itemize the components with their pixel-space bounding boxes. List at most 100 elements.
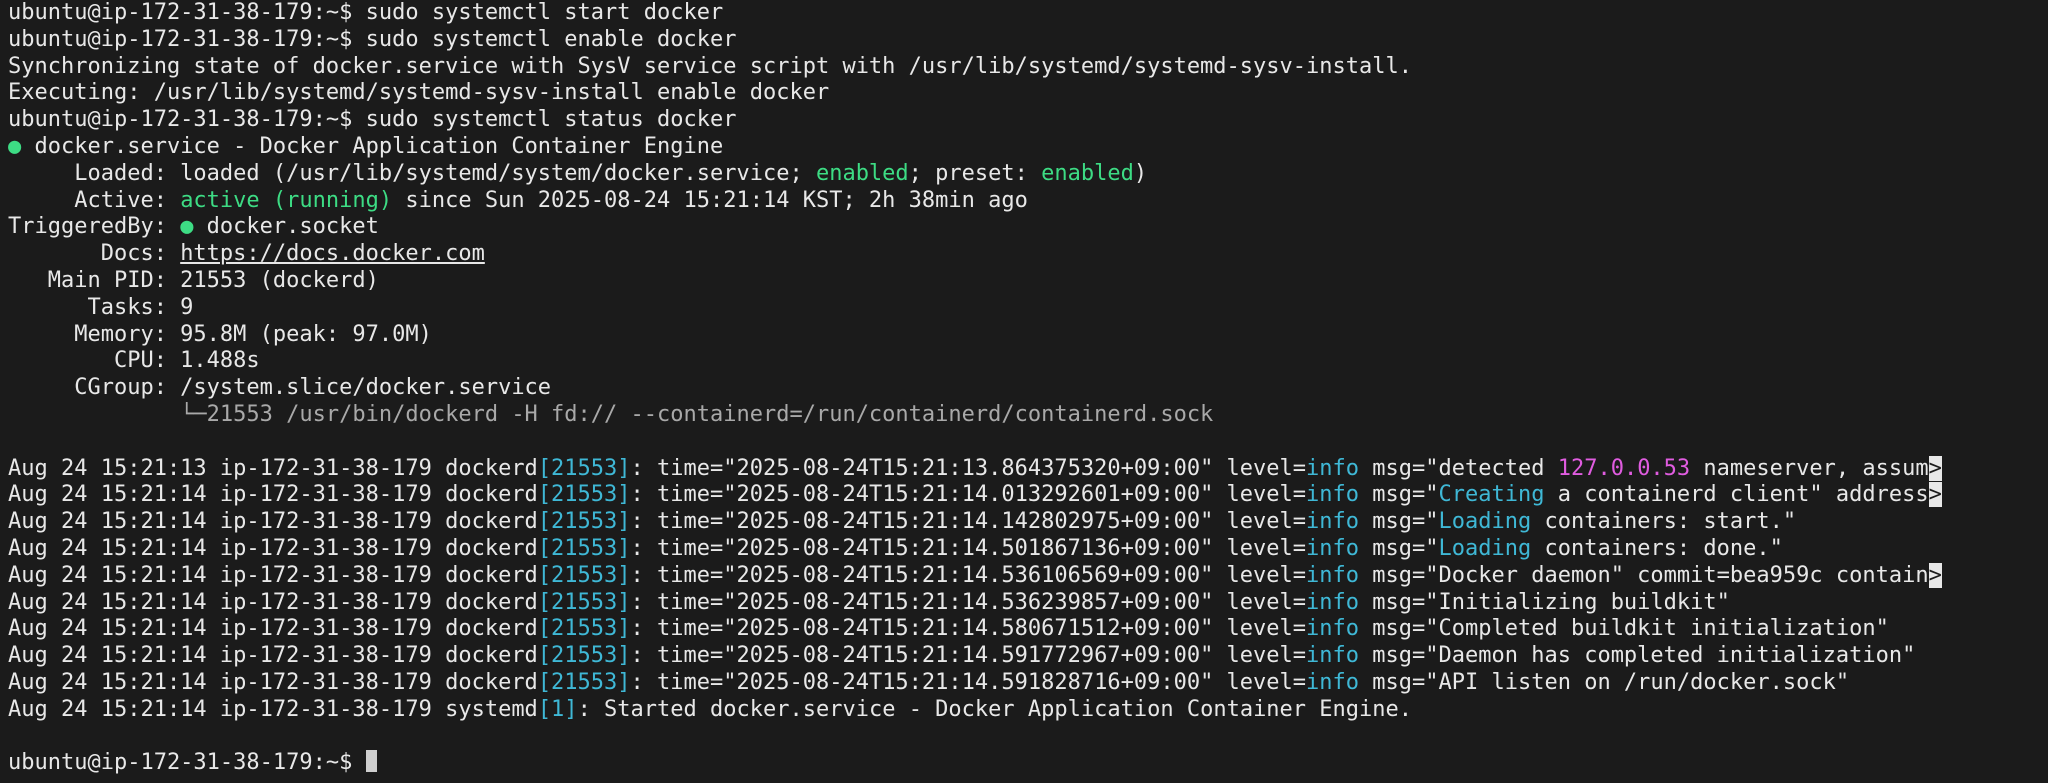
terminal-text: info: [1306, 589, 1360, 615]
terminal-text: └─21553 /usr/bin/dockerd -H fd:// --cont…: [8, 401, 1214, 427]
terminal-text: [21553]: [537, 455, 631, 481]
terminal-text: Executing: /usr/lib/systemd/systemd-sysv…: [8, 80, 830, 106]
terminal-line: Aug 24 15:21:14 ip-172-31-38-179 systemd…: [8, 697, 2048, 724]
terminal-text: ubuntu@ip-172-31-38-179:~$ sudo systemct…: [8, 0, 724, 25]
terminal-text: ●: [8, 133, 22, 159]
terminal-line: Aug 24 15:21:14 ip-172-31-38-179 dockerd…: [8, 562, 2048, 590]
terminal-text: [21553]: [537, 669, 631, 695]
terminal-text: Aug 24 15:21:14 ip-172-31-38-179 dockerd: [8, 589, 538, 615]
terminal-text: info: [1306, 482, 1360, 508]
terminal-text: enabled: [1041, 160, 1134, 186]
terminal-text: enabled: [815, 160, 909, 186]
terminal-text: Loading: [1438, 535, 1532, 561]
terminal-text: 127.0.0.53: [1557, 455, 1691, 481]
terminal-text: Memory: 95.8M (peak: 97.0M): [8, 321, 432, 347]
terminal-line: Executing: /usr/lib/systemd/systemd-sysv…: [8, 80, 2048, 107]
truncation-marker: >: [1928, 455, 1942, 481]
terminal-text: Aug 24 15:21:14 ip-172-31-38-179 dockerd: [8, 482, 538, 508]
terminal-text: info: [1306, 643, 1360, 669]
terminal-text: : time="2025-08-24T15:21:13.864375320+09…: [630, 455, 1307, 481]
terminal-text: ubuntu@ip-172-31-38-179:~$ sudo systemct…: [8, 107, 737, 133]
terminal-line: ubuntu@ip-172-31-38-179:~$ sudo systemct…: [8, 107, 2048, 134]
terminal-text: TriggeredBy:: [8, 214, 181, 240]
terminal-text: msg="Completed buildkit initialization": [1359, 616, 1889, 642]
terminal-line: Aug 24 15:21:13 ip-172-31-38-179 dockerd…: [8, 455, 2048, 483]
terminal-text: msg=": [1359, 509, 1439, 535]
terminal-text: Synchronizing state of docker.service wi…: [8, 53, 1412, 79]
terminal-text: info: [1306, 562, 1360, 588]
terminal-text: msg="API listen on /run/docker.sock": [1359, 669, 1850, 695]
terminal-text: Creating: [1438, 482, 1545, 508]
terminal-text: a containerd client" address: [1544, 482, 1929, 508]
terminal-text: Aug 24 15:21:14 ip-172-31-38-179 dockerd: [8, 669, 538, 695]
terminal-line: ● docker.service - Docker Application Co…: [8, 134, 2048, 161]
terminal-line: Tasks: 9: [8, 295, 2048, 322]
terminal-line: ubuntu@ip-172-31-38-179:~$ sudo systemct…: [8, 0, 2048, 27]
terminal-text: Aug 24 15:21:14 ip-172-31-38-179 dockerd: [8, 535, 538, 561]
terminal-line: Aug 24 15:21:14 ip-172-31-38-179 dockerd…: [8, 482, 2048, 509]
terminal-text: info: [1306, 616, 1360, 642]
terminal-text: : time="2025-08-24T15:21:14.501867136+09…: [630, 535, 1307, 561]
terminal-text: Docs:: [8, 241, 181, 267]
terminal-text: ): [1133, 160, 1148, 186]
terminal-line: TriggeredBy: ● docker.socket: [8, 214, 2048, 241]
terminal-text: : time="2025-08-24T15:21:14.591772967+09…: [630, 643, 1307, 669]
terminal-text: [21553]: [537, 482, 631, 508]
terminal-text: ubuntu@ip-172-31-38-179:~$: [8, 750, 366, 776]
terminal-line: Memory: 95.8M (peak: 97.0M): [8, 322, 2048, 349]
terminal-line: Aug 24 15:21:14 ip-172-31-38-179 dockerd…: [8, 616, 2048, 643]
terminal-text: : time="2025-08-24T15:21:14.536239857+09…: [630, 589, 1307, 615]
terminal-line: └─21553 /usr/bin/dockerd -H fd:// --cont…: [8, 402, 2048, 429]
terminal-text: : time="2025-08-24T15:21:14.591828716+09…: [630, 669, 1307, 695]
terminal-line: Aug 24 15:21:14 ip-172-31-38-179 dockerd…: [8, 536, 2048, 563]
terminal-text: msg="Daemon has completed initialization…: [1359, 643, 1916, 669]
terminal-line: Active: active (running) since Sun 2025-…: [8, 188, 2048, 215]
terminal-text: : time="2025-08-24T15:21:14.580671512+09…: [630, 616, 1307, 642]
terminal-text: Aug 24 15:21:14 ip-172-31-38-179 dockerd: [8, 616, 538, 642]
terminal-text: [21553]: [537, 643, 631, 669]
terminal-text: [21553]: [537, 509, 631, 535]
terminal-text: [1]: [537, 696, 578, 722]
terminal-line: CGroup: /system.slice/docker.service: [8, 375, 2048, 402]
terminal-text: msg="Initializing buildkit": [1359, 589, 1730, 615]
terminal-text: : time="2025-08-24T15:21:14.142802975+09…: [630, 509, 1307, 535]
terminal-text: Aug 24 15:21:14 ip-172-31-38-179 systemd: [8, 696, 538, 722]
terminal-line: ubuntu@ip-172-31-38-179:~$: [8, 750, 2048, 777]
terminal-cursor: [365, 750, 377, 773]
terminal-text: Aug 24 15:21:13 ip-172-31-38-179 dockerd: [8, 455, 538, 481]
terminal-text: [21553]: [537, 562, 631, 588]
terminal-text: msg="detected: [1359, 455, 1558, 481]
terminal-line: Loaded: loaded (/usr/lib/systemd/system/…: [8, 161, 2048, 188]
terminal-line: Aug 24 15:21:14 ip-172-31-38-179 dockerd…: [8, 670, 2048, 697]
terminal-text: [21553]: [537, 535, 631, 561]
terminal-text: since Sun 2025-08-24 15:21:14 KST; 2h 38…: [392, 187, 1028, 213]
terminal-line: Aug 24 15:21:14 ip-172-31-38-179 dockerd…: [8, 509, 2048, 536]
terminal-text: ●: [180, 214, 194, 240]
terminal-text: containers: done.": [1531, 535, 1783, 561]
terminal-line: Aug 24 15:21:14 ip-172-31-38-179 dockerd…: [8, 643, 2048, 670]
terminal-line: Aug 24 15:21:14 ip-172-31-38-179 dockerd…: [8, 590, 2048, 617]
terminal-text: docker.service - Docker Application Cont…: [21, 133, 724, 159]
terminal-text: containers: start.": [1531, 509, 1797, 535]
terminal-text: CPU: 1.488s: [8, 348, 260, 374]
terminal-text: Loading: [1438, 509, 1532, 535]
terminal-text: [21553]: [537, 616, 631, 642]
terminal-text: Aug 24 15:21:14 ip-172-31-38-179 dockerd: [8, 509, 538, 535]
terminal-window[interactable]: ubuntu@ip-172-31-38-179:~$ sudo systemct…: [0, 0, 2048, 783]
terminal-line: Main PID: 21553 (dockerd): [8, 268, 2048, 295]
terminal-text: info: [1306, 509, 1360, 535]
terminal-line: ubuntu@ip-172-31-38-179:~$ sudo systemct…: [8, 27, 2048, 54]
terminal-text: info: [1306, 455, 1360, 481]
terminal-text: Loaded: loaded (/usr/lib/systemd/system/…: [8, 160, 816, 186]
terminal-line: Synchronizing state of docker.service wi…: [8, 54, 2048, 81]
terminal-text: active (running): [180, 187, 393, 213]
terminal-line: Docs: https://docs.docker.com: [8, 241, 2048, 268]
terminal-text: : Started docker.service - Docker Applic…: [577, 696, 1413, 722]
docs-link[interactable]: https://docs.docker.com: [180, 241, 485, 266]
truncation-marker: >: [1928, 562, 1942, 588]
terminal-text: nameserver, assum: [1690, 455, 1929, 481]
terminal-text: msg=": [1359, 535, 1439, 561]
terminal-text: Aug 24 15:21:14 ip-172-31-38-179 dockerd: [8, 562, 538, 588]
